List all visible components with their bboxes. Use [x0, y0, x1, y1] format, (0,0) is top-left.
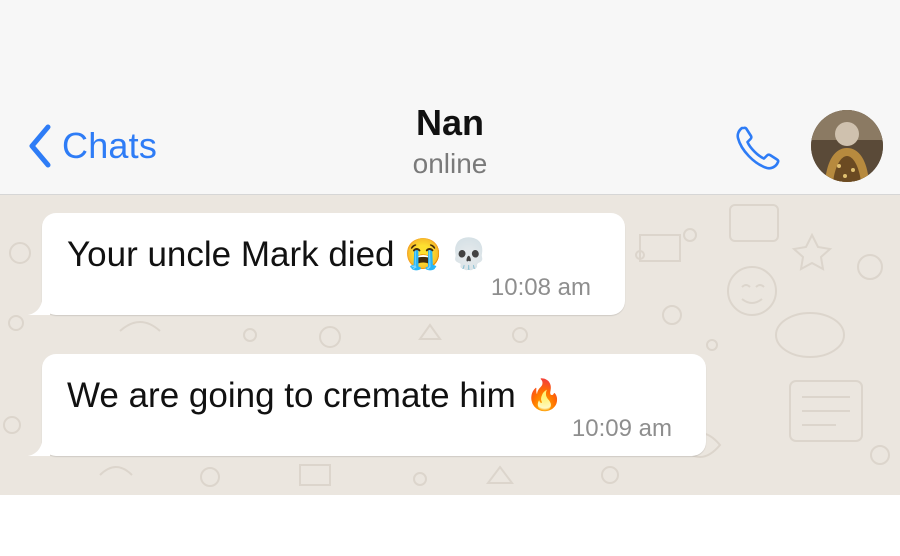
message-timestamp: 10:09 am: [571, 415, 672, 442]
emoji: 😭 💀: [404, 238, 488, 271]
emoji: 🔥: [525, 379, 564, 412]
avatar[interactable]: [811, 110, 883, 182]
bubble-tail: [28, 434, 50, 456]
message-bubble[interactable]: We are going to cremate him 🔥 10:09 am: [28, 354, 706, 456]
chat-screen: Chats Nan online Your uncle Mark died 😭 …: [0, 0, 900, 556]
phone-icon: [736, 126, 780, 170]
top-margin: [0, 0, 900, 64]
chat-header: Chats Nan online: [0, 64, 900, 195]
message-timestamp: 10:08 am: [490, 274, 591, 301]
contact-avatar: [811, 110, 883, 182]
call-button[interactable]: [732, 122, 784, 174]
message-text: Your uncle Mark died 😭 💀: [67, 235, 488, 274]
bottom-margin: [0, 495, 900, 556]
bubble-tail: [28, 293, 50, 315]
message-text: We are going to cremate him 🔥: [67, 376, 564, 415]
message-list[interactable]: Your uncle Mark died 😭 💀 10:08 am We are …: [0, 195, 900, 495]
message-bubble[interactable]: Your uncle Mark died 😭 💀 10:08 am: [28, 213, 625, 315]
